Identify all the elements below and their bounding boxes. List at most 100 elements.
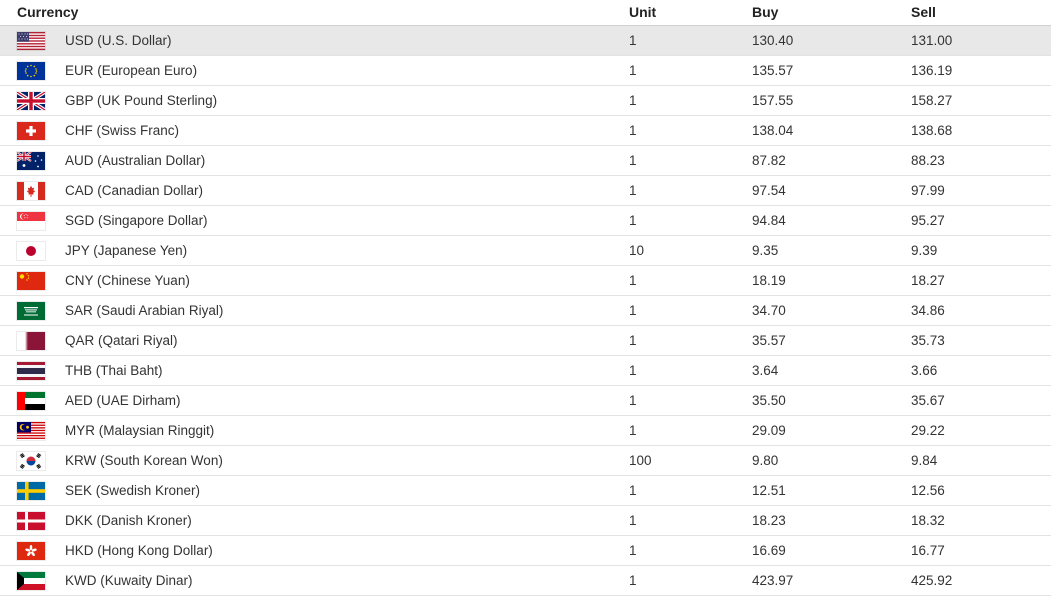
- currency-name: SAR (Saudi Arabian Riyal): [65, 303, 224, 318]
- currency-name: KRW (South Korean Won): [65, 453, 223, 468]
- header-sell[interactable]: Sell: [911, 4, 936, 20]
- table-row[interactable]: SEK (Swedish Kroner) 1 12.51 12.56: [0, 476, 1051, 506]
- sell-rate: 9.39: [911, 243, 938, 258]
- currency-unit: 1: [629, 33, 637, 48]
- sweden-flag-icon: [17, 482, 45, 500]
- currency-unit: 10: [629, 243, 645, 258]
- denmark-flag-icon: [17, 512, 45, 530]
- currency-unit: 1: [629, 93, 637, 108]
- uae-flag-icon: [17, 392, 45, 410]
- header-unit[interactable]: Unit: [629, 4, 656, 20]
- currency-name: KWD (Kuwaity Dinar): [65, 573, 193, 588]
- us-flag-icon: [17, 32, 45, 50]
- table-row[interactable]: KWD (Kuwaity Dinar) 1 423.97 425.92: [0, 566, 1051, 596]
- buy-rate: 12.51: [752, 483, 786, 498]
- sell-rate: 9.84: [911, 453, 938, 468]
- exchange-rate-table: Currency Unit Buy Sell USD (U.S. Dollar)…: [0, 0, 1051, 596]
- table-header: Currency Unit Buy Sell: [0, 0, 1051, 26]
- currency-name: THB (Thai Baht): [65, 363, 163, 378]
- currency-unit: 1: [629, 123, 637, 138]
- buy-rate: 94.84: [752, 213, 786, 228]
- sell-rate: 18.27: [911, 273, 945, 288]
- currency-name: QAR (Qatari Riyal): [65, 333, 178, 348]
- sell-rate: 131.00: [911, 33, 953, 48]
- sell-rate: 29.22: [911, 423, 945, 438]
- japan-flag-icon: [17, 242, 45, 260]
- table-row[interactable]: GBP (UK Pound Sterling) 1 157.55 158.27: [0, 86, 1051, 116]
- buy-rate: 35.57: [752, 333, 786, 348]
- currency-name: GBP (UK Pound Sterling): [65, 93, 218, 108]
- sell-rate: 95.27: [911, 213, 945, 228]
- currency-unit: 1: [629, 483, 637, 498]
- buy-rate: 34.70: [752, 303, 786, 318]
- buy-rate: 3.64: [752, 363, 779, 378]
- sell-rate: 88.23: [911, 153, 945, 168]
- uk-flag-icon: [17, 92, 45, 110]
- buy-rate: 135.57: [752, 63, 794, 78]
- table-row[interactable]: THB (Thai Baht) 1 3.64 3.66: [0, 356, 1051, 386]
- currency-name: AUD (Australian Dollar): [65, 153, 206, 168]
- table-row[interactable]: CNY (Chinese Yuan) 1 18.19 18.27: [0, 266, 1051, 296]
- currency-unit: 1: [629, 303, 637, 318]
- currency-unit: 100: [629, 453, 652, 468]
- table-row[interactable]: AUD (Australian Dollar) 1 87.82 88.23: [0, 146, 1051, 176]
- table-row[interactable]: SAR (Saudi Arabian Riyal) 1 34.70 34.86: [0, 296, 1051, 326]
- currency-unit: 1: [629, 363, 637, 378]
- currency-name: MYR (Malaysian Ringgit): [65, 423, 215, 438]
- thailand-flag-icon: [17, 362, 45, 380]
- table-row[interactable]: EUR (European Euro) 1 135.57 136.19: [0, 56, 1051, 86]
- currency-name: CAD (Canadian Dollar): [65, 183, 204, 198]
- eu-flag-icon: [17, 62, 45, 80]
- header-buy[interactable]: Buy: [752, 4, 778, 20]
- currency-name: USD (U.S. Dollar): [65, 33, 172, 48]
- table-row[interactable]: CHF (Swiss Franc) 1 138.04 138.68: [0, 116, 1051, 146]
- buy-rate: 9.35: [752, 243, 779, 258]
- buy-rate: 9.80: [752, 453, 779, 468]
- south-korea-flag-icon: [17, 452, 45, 470]
- currency-unit: 1: [629, 213, 637, 228]
- sell-rate: 3.66: [911, 363, 938, 378]
- sell-rate: 35.67: [911, 393, 945, 408]
- sell-rate: 158.27: [911, 93, 953, 108]
- currency-unit: 1: [629, 333, 637, 348]
- table-row[interactable]: JPY (Japanese Yen) 10 9.35 9.39: [0, 236, 1051, 266]
- currency-unit: 1: [629, 513, 637, 528]
- buy-rate: 29.09: [752, 423, 786, 438]
- china-flag-icon: [17, 272, 45, 290]
- buy-rate: 16.69: [752, 543, 786, 558]
- currency-name: JPY (Japanese Yen): [65, 243, 188, 258]
- currency-name: SEK (Swedish Kroner): [65, 483, 201, 498]
- sell-rate: 12.56: [911, 483, 945, 498]
- header-currency[interactable]: Currency: [17, 4, 78, 20]
- table-row[interactable]: KRW (South Korean Won) 100 9.80 9.84: [0, 446, 1051, 476]
- table-row[interactable]: SGD (Singapore Dollar) 1 94.84 95.27: [0, 206, 1051, 236]
- table-row[interactable]: HKD (Hong Kong Dollar) 1 16.69 16.77: [0, 536, 1051, 566]
- table-row[interactable]: AED (UAE Dirham) 1 35.50 35.67: [0, 386, 1051, 416]
- currency-name: DKK (Danish Kroner): [65, 513, 192, 528]
- buy-rate: 97.54: [752, 183, 786, 198]
- table-row[interactable]: DKK (Danish Kroner) 1 18.23 18.32: [0, 506, 1051, 536]
- table-row[interactable]: QAR (Qatari Riyal) 1 35.57 35.73: [0, 326, 1051, 356]
- kuwait-flag-icon: [17, 572, 45, 590]
- currency-unit: 1: [629, 423, 637, 438]
- sell-rate: 18.32: [911, 513, 945, 528]
- table-row[interactable]: MYR (Malaysian Ringgit) 1 29.09 29.22: [0, 416, 1051, 446]
- table-row[interactable]: CAD (Canadian Dollar) 1 97.54 97.99: [0, 176, 1051, 206]
- buy-rate: 423.97: [752, 573, 794, 588]
- swiss-flag-icon: [17, 122, 45, 140]
- buy-rate: 138.04: [752, 123, 794, 138]
- qatar-flag-icon: [17, 332, 45, 350]
- currency-name: CHF (Swiss Franc): [65, 123, 179, 138]
- buy-rate: 35.50: [752, 393, 786, 408]
- buy-rate: 18.19: [752, 273, 786, 288]
- sell-rate: 136.19: [911, 63, 953, 78]
- currency-name: AED (UAE Dirham): [65, 393, 181, 408]
- australia-flag-icon: [17, 152, 45, 170]
- malaysia-flag-icon: [17, 422, 45, 440]
- sell-rate: 97.99: [911, 183, 945, 198]
- currency-unit: 1: [629, 573, 637, 588]
- table-row[interactable]: USD (U.S. Dollar) 1 130.40 131.00: [0, 26, 1051, 56]
- currency-unit: 1: [629, 63, 637, 78]
- currency-name: CNY (Chinese Yuan): [65, 273, 190, 288]
- hong-kong-flag-icon: [17, 542, 45, 560]
